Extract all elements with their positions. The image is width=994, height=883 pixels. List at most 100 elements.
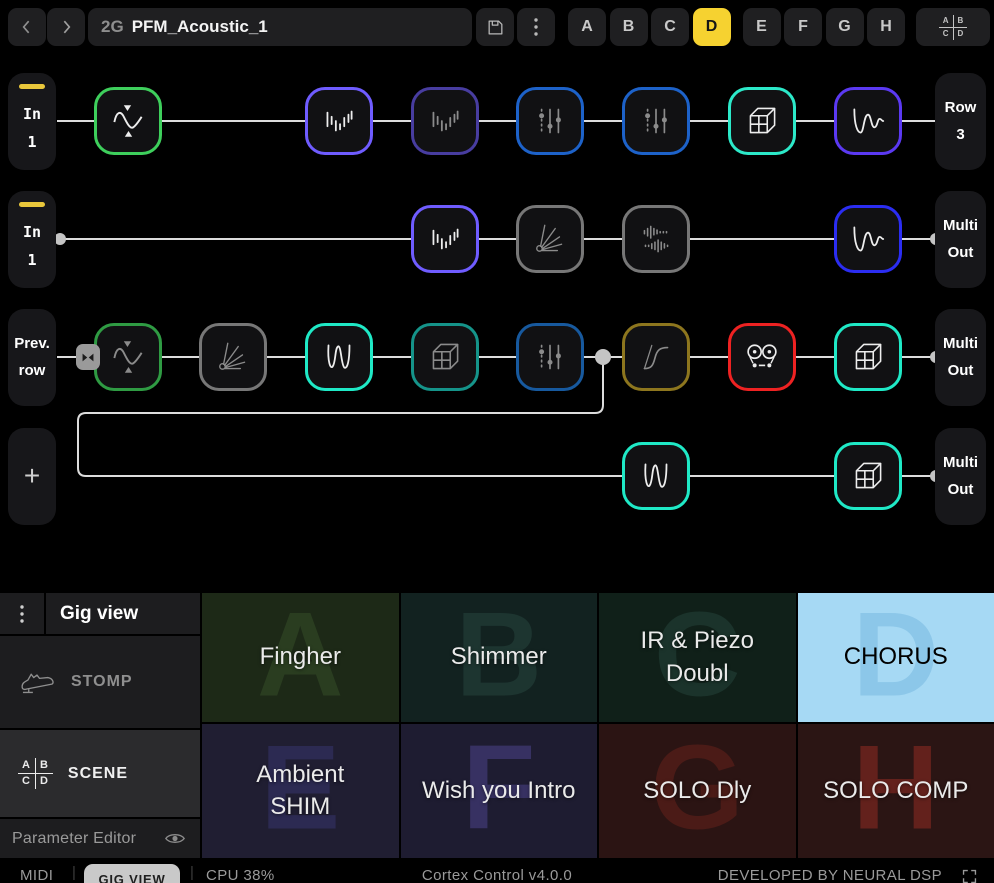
cab-block[interactable] — [834, 323, 902, 391]
eq-icon — [529, 336, 571, 378]
node-label: Row — [945, 99, 977, 116]
split-node-dot[interactable] — [595, 349, 611, 365]
scene-slot-b[interactable]: B — [610, 8, 648, 46]
multi-out-node[interactable]: MultiOut — [935, 428, 986, 525]
splitter-node[interactable] — [76, 344, 100, 370]
scene-pad-g[interactable]: GSOLO Dly — [599, 724, 796, 858]
doubler-icon — [635, 218, 677, 260]
node-label: 1 — [27, 251, 36, 269]
doubler-block[interactable] — [622, 205, 690, 273]
input-node[interactable]: In1 — [8, 73, 56, 170]
scene-pad-e[interactable]: EAmbientSHIM — [202, 724, 399, 858]
multi-out-node[interactable]: MultiOut — [935, 309, 986, 406]
reverb-block[interactable] — [411, 87, 479, 155]
scene-slot-a[interactable]: A — [568, 8, 606, 46]
scene-pad-label: SOLO Dly — [643, 775, 751, 807]
chorus-block[interactable] — [622, 442, 690, 510]
input-node[interactable]: In 1 — [8, 191, 56, 288]
more-options-button[interactable] — [517, 8, 555, 46]
cab-icon — [847, 336, 889, 378]
gain-block[interactable] — [94, 87, 162, 155]
scene-view-button[interactable]: ABCD SCENE — [0, 730, 200, 817]
node-label: Out — [948, 244, 974, 261]
reverb-block[interactable] — [305, 87, 373, 155]
save-icon — [486, 18, 505, 37]
eq-block[interactable] — [516, 87, 584, 155]
divider: | — [72, 864, 76, 881]
chorus-icon — [635, 455, 677, 497]
cab-block[interactable] — [728, 87, 796, 155]
reverb-icon — [424, 100, 466, 142]
scene-slot-g[interactable]: G — [826, 8, 864, 46]
panel-title: Gig view — [46, 593, 200, 634]
cab-block[interactable] — [411, 323, 479, 391]
tape-icon — [741, 336, 783, 378]
gig-view-menu-button[interactable] — [0, 593, 44, 634]
node-label: row — [19, 362, 46, 379]
scene-mode-button[interactable]: ABCD — [916, 8, 990, 46]
node-label: Out — [948, 481, 974, 498]
scene-slot-h[interactable]: H — [867, 8, 905, 46]
parameter-editor-toggle[interactable]: Parameter Editor — [0, 819, 200, 858]
scene-pad-b[interactable]: BShimmer — [401, 593, 598, 722]
scene-pad-label: Wish you Intro — [422, 775, 575, 807]
tab-midi[interactable]: MIDI — [20, 867, 53, 883]
multi-out-node[interactable]: MultiOut — [935, 191, 986, 288]
developer-credit: DEVELOPED BY NEURAL DSP — [718, 867, 942, 883]
parameter-editor-label: Parameter Editor — [12, 830, 136, 848]
scene-pad-h[interactable]: HSOLO COMP — [798, 724, 994, 858]
add-row-button[interactable]: + — [8, 428, 56, 525]
scene-slot-c[interactable]: C — [651, 8, 689, 46]
back-button[interactable] — [8, 8, 46, 46]
chorus-block[interactable] — [305, 323, 373, 391]
fullscreen-icon[interactable] — [961, 868, 978, 883]
delay-block[interactable] — [834, 205, 902, 273]
stomp-view-button[interactable]: STOMP — [0, 636, 200, 728]
scene-slot-e[interactable]: E — [743, 8, 781, 46]
eq-icon — [529, 100, 571, 142]
delay-block[interactable] — [834, 87, 902, 155]
forward-button[interactable] — [47, 8, 85, 46]
gain-block[interactable] — [94, 323, 162, 391]
scene-mode-icon: ABCD — [18, 758, 53, 789]
scene-pad-f[interactable]: FWish you Intro — [401, 724, 598, 858]
scene-slot-d[interactable]: D — [693, 8, 731, 46]
spring-block[interactable] — [199, 323, 267, 391]
reverb-block[interactable] — [411, 205, 479, 273]
preset-name-field[interactable]: 2G PFM_Acoustic_1 — [88, 8, 472, 46]
tape-block[interactable] — [728, 323, 796, 391]
scene-pad-a[interactable]: AFingher — [202, 593, 399, 722]
prev-row-node[interactable]: Prev.row — [8, 309, 56, 406]
cortex-control-app: In1Row3In1MultiOutPrev.rowMultiOut+Multi… — [0, 0, 994, 883]
cab-icon — [741, 100, 783, 142]
stomp-label: STOMP — [71, 673, 133, 691]
chevron-left-icon — [17, 17, 37, 37]
spring-icon — [212, 336, 254, 378]
sidebar-header: Gig view — [0, 593, 200, 634]
scene-pad-label: Fingher — [260, 641, 341, 673]
scene-pad-grid: AFingherBShimmerCIR & PiezoDoublDCHORUS E… — [202, 593, 994, 858]
node-label: Multi — [943, 335, 978, 352]
scene-slot-f[interactable]: F — [784, 8, 822, 46]
eq-block[interactable] — [622, 87, 690, 155]
scene-pad-label: CHORUS — [844, 641, 948, 673]
save-button[interactable] — [476, 8, 514, 46]
node-label: 1 — [27, 133, 36, 151]
saturation-block[interactable] — [622, 323, 690, 391]
eye-icon[interactable] — [164, 831, 186, 846]
cpu-usage: CPU 38% — [206, 867, 275, 883]
spring-block[interactable] — [516, 205, 584, 273]
status-bar: MIDI | GIG VIEW | CPU 38% Cortex Control… — [0, 862, 994, 883]
scene-pad-d[interactable]: DCHORUS — [798, 593, 994, 722]
node-label: In — [23, 223, 41, 241]
node-label: 3 — [956, 126, 964, 143]
cab-block[interactable] — [834, 442, 902, 510]
tab-gig-view[interactable]: GIG VIEW — [84, 864, 180, 883]
preset-prefix: 2G — [101, 17, 124, 37]
scene-pad-c[interactable]: CIR & PiezoDoubl — [599, 593, 796, 722]
scene-pad-label: Shimmer — [451, 641, 547, 673]
row-link-node[interactable]: Row 3 — [935, 73, 986, 170]
chorus-icon — [318, 336, 360, 378]
input-active-badge — [19, 202, 45, 207]
eq-block[interactable] — [516, 323, 584, 391]
